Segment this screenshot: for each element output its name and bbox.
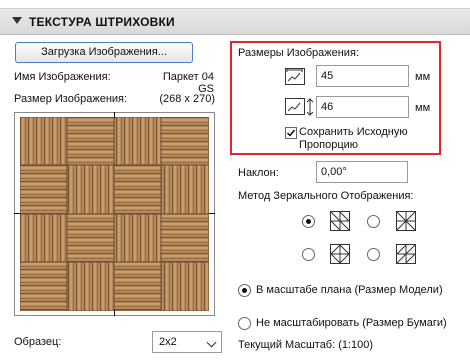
mirror-horizontal-icon[interactable] xyxy=(396,211,416,231)
texture-preview xyxy=(14,112,215,316)
image-dimensions-group: Размеры Изображения: 45 мм 46 мм Сохрани… xyxy=(230,41,441,155)
scale-plan-label: В масштабе плана (Размер Модели) xyxy=(256,284,443,296)
height-arrow-icon xyxy=(306,98,314,116)
panel-title: ТЕКСТУРА ШТРИХОВКИ xyxy=(29,15,175,29)
no-scale-radio[interactable] xyxy=(238,317,251,330)
sample-label: Образец: xyxy=(14,336,62,348)
image-width-input[interactable]: 45 xyxy=(316,65,409,87)
mirror-option-2-radio[interactable] xyxy=(367,215,380,228)
mirror-option-4-radio[interactable] xyxy=(367,248,380,261)
image-size-label: Размер Изображения: xyxy=(14,93,128,105)
image-width-icon xyxy=(285,68,305,85)
image-name-value: Паркет 04 GS xyxy=(162,71,214,95)
image-name-label: Имя Изображения: xyxy=(14,71,111,83)
current-scale-label: Текущий Масштаб: (1:100) xyxy=(238,339,374,351)
keep-proportion-checkbox[interactable] xyxy=(285,127,297,139)
chevron-down-icon xyxy=(206,337,217,348)
mirror-option-1-radio[interactable] xyxy=(302,215,315,228)
mirror-both-icon[interactable] xyxy=(396,244,416,264)
image-height-icon xyxy=(285,98,305,115)
no-scale-label: Не масштабировать (Размер Бумаги) xyxy=(256,317,447,329)
dimensions-title: Размеры Изображения: xyxy=(238,47,359,59)
mirror-none-icon[interactable] xyxy=(330,211,350,231)
mirror-vertical-icon[interactable] xyxy=(330,244,350,264)
mirror-option-3-radio[interactable] xyxy=(302,248,315,261)
scale-plan-radio[interactable] xyxy=(238,284,251,297)
image-size-value: (268 x 270) xyxy=(159,93,215,105)
mirror-method-label: Метод Зеркального Отображения: xyxy=(238,190,414,202)
keep-proportion-label: Сохранить Исходную Пропорцию xyxy=(299,126,408,151)
sample-select[interactable]: 2x2 xyxy=(152,331,222,353)
width-unit: мм xyxy=(415,71,431,83)
tilt-label: Наклон: xyxy=(238,167,279,179)
panel-header[interactable]: ТЕКСТУРА ШТРИХОВКИ xyxy=(0,8,470,35)
height-unit: мм xyxy=(415,102,431,114)
tilt-input[interactable]: 0,00° xyxy=(316,161,408,183)
load-image-button[interactable]: Загрузка Изображения... xyxy=(15,42,193,63)
image-height-input[interactable]: 46 xyxy=(316,96,409,118)
collapse-triangle-icon[interactable] xyxy=(12,17,22,24)
parquet-texture-image xyxy=(20,117,209,311)
